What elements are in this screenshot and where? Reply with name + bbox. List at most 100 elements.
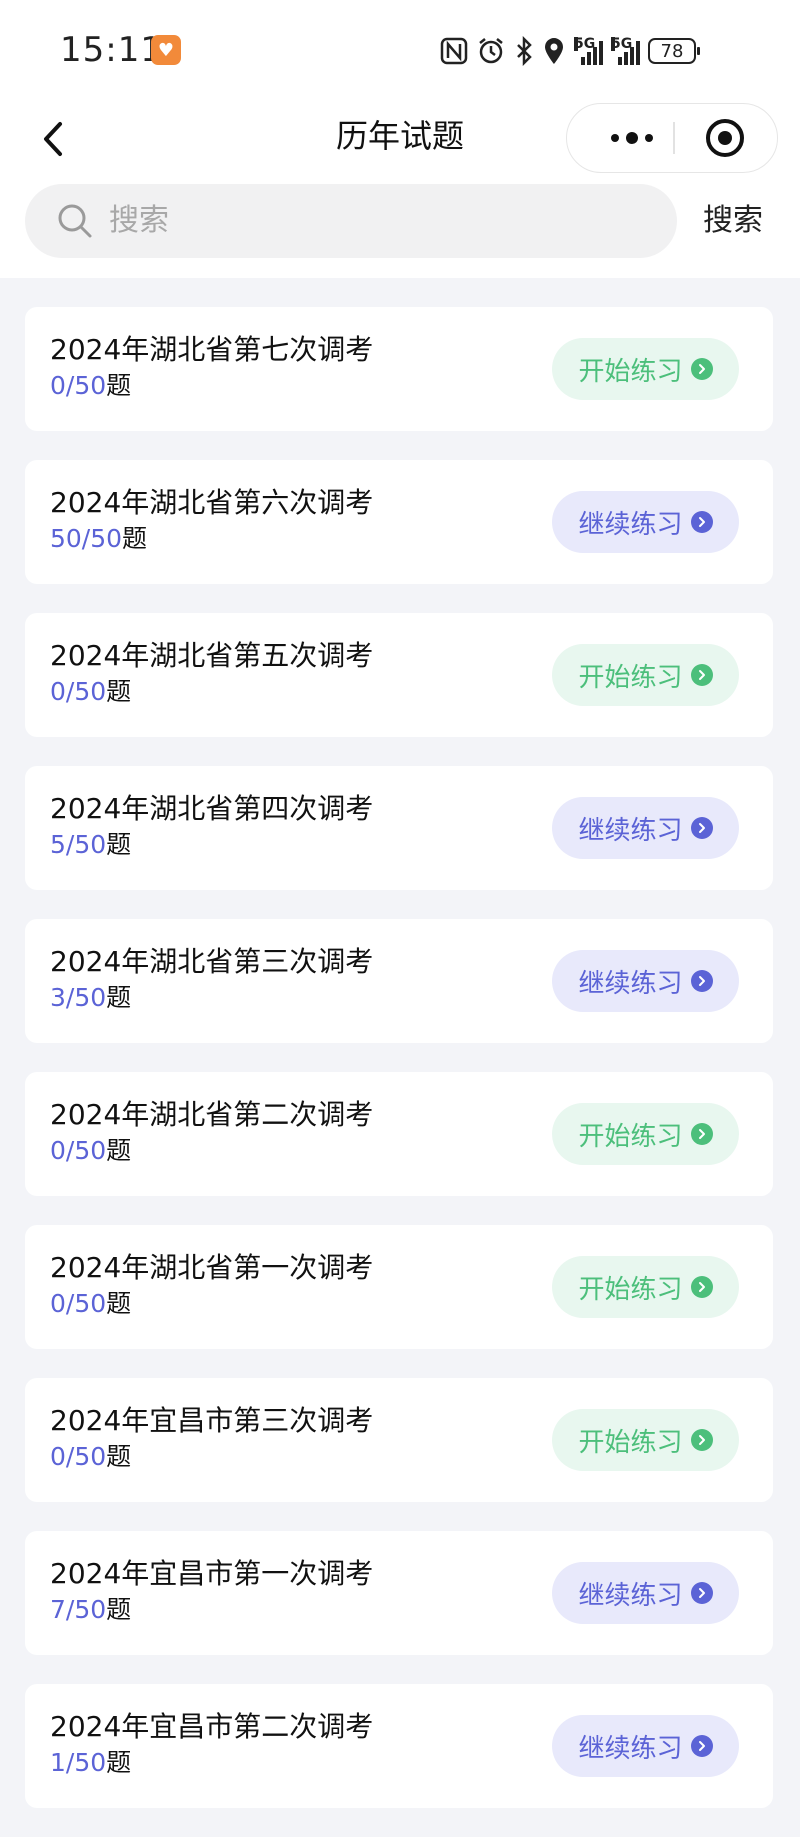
exam-list: 2024年湖北省第七次调考 0/50题 开始练习 2024年湖北省第六次调考 50/50… [25, 307, 773, 1837]
exam-title: 2024年宜昌市第二次调考 [50, 1710, 374, 1743]
alarm-icon [479, 38, 503, 64]
exam-title: 2024年湖北省第三次调考 [50, 945, 374, 978]
exam-progress: 0/50题 [50, 369, 131, 403]
exam-progress-count: 0/50 [50, 677, 107, 706]
app-heart-icon: ♥ [151, 35, 181, 65]
exam-card[interactable]: 2024年湖北省第五次调考 0/50题 开始练习 [25, 613, 773, 737]
practice-button-label: 开始练习 [578, 1274, 683, 1305]
exam-progress-count: 5/50 [50, 830, 107, 859]
exam-card[interactable]: 2024年湖北省第二次调考 0/50题 开始练习 [25, 1072, 773, 1196]
practice-button-label: 开始练习 [578, 662, 683, 693]
practice-button-label: 继续练习 [578, 1580, 683, 1611]
practice-button-label: 继续练习 [578, 815, 683, 846]
exam-title: 2024年湖北省第四次调考 [50, 792, 374, 825]
exam-progress: 0/50题 [50, 1440, 131, 1474]
start-practice-button[interactable]: 开始练习 [552, 1256, 739, 1318]
start-practice-button[interactable]: 开始练习 [552, 644, 739, 706]
exam-title: 2024年湖北省第七次调考 [50, 333, 374, 366]
exam-progress-count: 0/50 [50, 1289, 107, 1318]
exam-title: 2024年湖北省第六次调考 [50, 486, 374, 519]
capsule-divider [673, 122, 675, 154]
exam-card[interactable]: 2024年湖北省第三次调考 3/50题 继续练习 [25, 919, 773, 1043]
exam-progress-unit: 题 [106, 830, 132, 859]
practice-button-label: 开始练习 [578, 356, 683, 387]
battery-level: 78 [660, 40, 684, 62]
exam-progress-unit: 题 [106, 983, 132, 1012]
exam-progress: 0/50题 [50, 1134, 131, 1168]
bluetooth-icon [517, 36, 532, 66]
chevron-right-icon [690, 511, 713, 533]
exam-progress-unit: 题 [106, 677, 132, 706]
search-button[interactable]: 搜索 [703, 200, 763, 242]
start-practice-button[interactable]: 开始练习 [552, 1409, 739, 1471]
exam-card[interactable]: 2024年湖北省第四次调考 5/50题 继续练习 [25, 766, 773, 890]
continue-practice-button[interactable]: 继续练习 [552, 491, 739, 553]
exam-progress-count: 0/50 [50, 1442, 107, 1471]
chevron-right-icon [690, 1123, 713, 1145]
exam-progress-count: 1/50 [50, 1748, 107, 1777]
close-target-icon[interactable] [705, 118, 745, 158]
chevron-right-icon [690, 1429, 713, 1451]
practice-button-label: 继续练习 [578, 1733, 683, 1764]
exam-progress-unit: 题 [106, 1442, 132, 1471]
exam-progress-count: 0/50 [50, 1136, 107, 1165]
exam-progress-count: 7/50 [50, 1595, 107, 1624]
exam-progress-count: 0/50 [50, 371, 107, 400]
signal-icon: 5G [611, 37, 640, 65]
chevron-right-icon [690, 358, 713, 380]
signal-icon: 5G [574, 37, 603, 65]
exam-title: 2024年湖北省第五次调考 [50, 639, 374, 672]
exam-progress: 5/50题 [50, 828, 131, 862]
exam-progress-unit: 题 [106, 1748, 132, 1777]
exam-progress-unit: 题 [106, 1595, 132, 1624]
exam-progress: 3/50题 [50, 981, 131, 1015]
continue-practice-button[interactable]: 继续练习 [552, 1715, 739, 1777]
exam-progress-count: 3/50 [50, 983, 107, 1012]
exam-progress: 50/50题 [50, 522, 147, 556]
exam-card[interactable]: 2024年宜昌市第一次调考 7/50题 继续练习 [25, 1531, 773, 1655]
chevron-right-icon [690, 1735, 713, 1757]
continue-practice-button[interactable]: 继续练习 [552, 950, 739, 1012]
chevron-right-icon [690, 970, 713, 992]
exam-progress: 1/50题 [50, 1746, 131, 1780]
exam-progress-unit: 题 [106, 1289, 132, 1318]
status-time: 15:11 [60, 30, 163, 70]
exam-card[interactable]: 2024年宜昌市第二次调考 1/50题 继续练习 [25, 1684, 773, 1808]
continue-practice-button[interactable]: 继续练习 [552, 1562, 739, 1624]
exam-progress-count: 50/50 [50, 524, 123, 553]
chevron-right-icon [690, 1582, 713, 1604]
chevron-right-icon [690, 817, 713, 839]
exam-progress-unit: 题 [106, 371, 132, 400]
search-placeholder: 搜索 [109, 203, 169, 238]
continue-practice-button[interactable]: 继续练习 [552, 797, 739, 859]
practice-button-label: 开始练习 [578, 1427, 683, 1458]
exam-progress-unit: 题 [122, 524, 148, 553]
exam-title: 2024年宜昌市第三次调考 [50, 1404, 374, 1437]
header-area: 15:11 ♥ 5G 5G 78 历年试题 搜索 搜索 [0, 0, 800, 278]
start-practice-button[interactable]: 开始练习 [552, 338, 739, 400]
exam-progress-unit: 题 [106, 1136, 132, 1165]
practice-button-label: 继续练习 [578, 509, 683, 540]
practice-button-label: 继续练习 [578, 968, 683, 999]
exam-card[interactable]: 2024年宜昌市第三次调考 0/50题 开始练习 [25, 1378, 773, 1502]
location-icon [545, 38, 563, 64]
exam-card[interactable]: 2024年湖北省第七次调考 0/50题 开始练习 [25, 307, 773, 431]
exam-progress: 0/50题 [50, 675, 131, 709]
exam-title: 2024年湖北省第二次调考 [50, 1098, 374, 1131]
search-icon [58, 204, 92, 238]
status-icons: 5G 5G 78 [440, 34, 700, 68]
nfc-icon [440, 37, 468, 65]
nav-bar: 历年试题 [0, 100, 800, 180]
start-practice-button[interactable]: 开始练习 [552, 1103, 739, 1165]
exam-title: 2024年湖北省第一次调考 [50, 1251, 374, 1284]
status-bar: 15:11 ♥ 5G 5G 78 [0, 0, 800, 100]
more-menu-icon[interactable] [597, 104, 667, 172]
battery-icon: 78 [648, 38, 700, 64]
mini-program-capsule [566, 103, 778, 173]
exam-progress: 7/50题 [50, 1593, 131, 1627]
chevron-right-icon [690, 1276, 713, 1298]
exam-card[interactable]: 2024年湖北省第一次调考 0/50题 开始练习 [25, 1225, 773, 1349]
search-input[interactable]: 搜索 [25, 184, 677, 258]
exam-card[interactable]: 2024年湖北省第六次调考 50/50题 继续练习 [25, 460, 773, 584]
chevron-right-icon [690, 664, 713, 686]
